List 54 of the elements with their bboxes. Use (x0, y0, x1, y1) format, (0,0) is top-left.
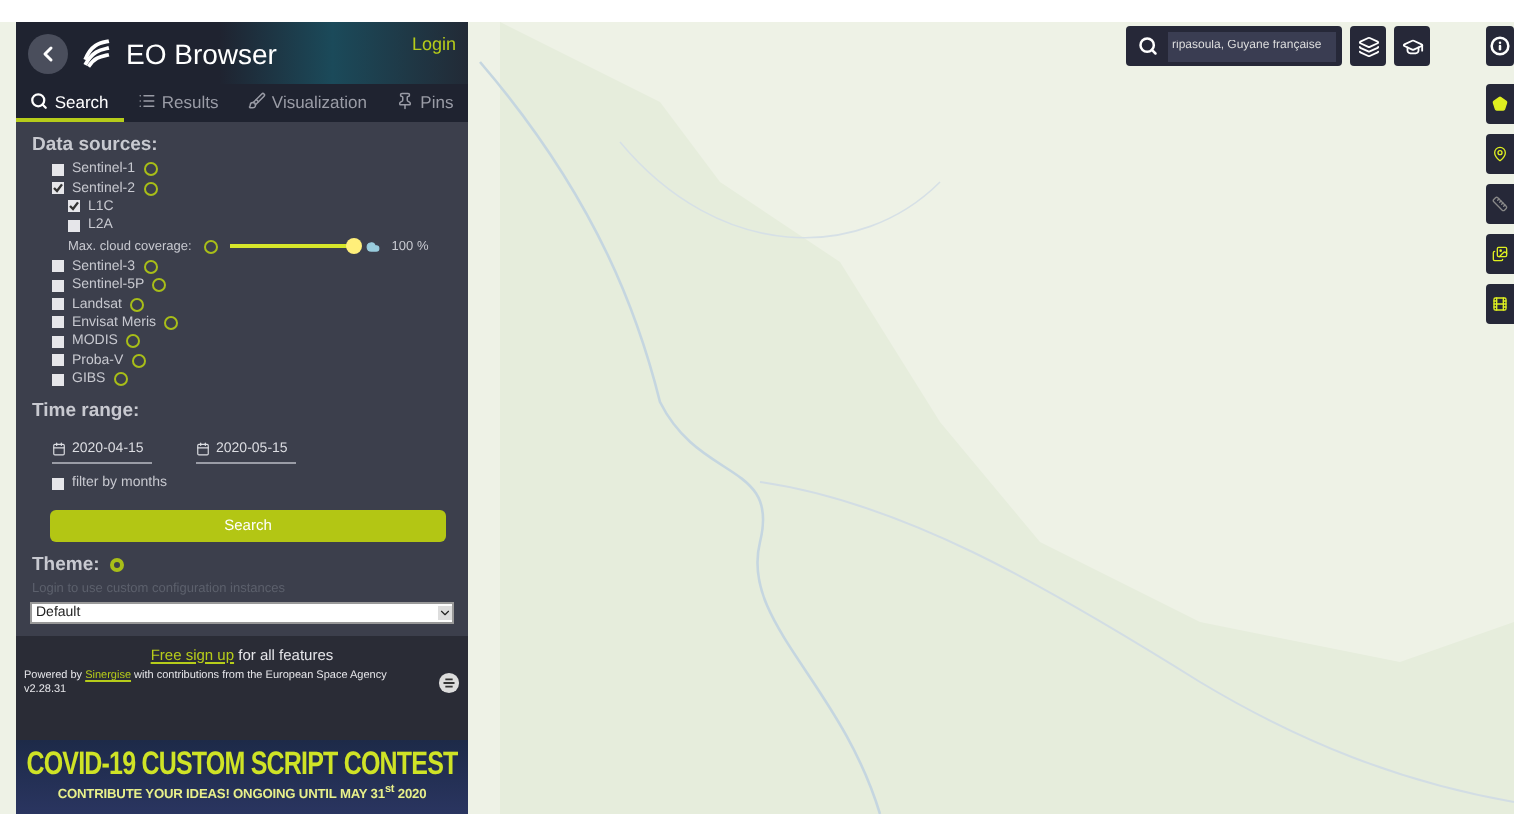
image-tool-button[interactable] (1486, 234, 1514, 274)
checkbox[interactable] (52, 373, 64, 386)
section-title: Time range: (32, 400, 142, 423)
back-button[interactable] (28, 33, 68, 73)
login-link[interactable]: Login (411, 34, 456, 54)
ruler-icon (1492, 196, 1508, 212)
polygon-tool-button[interactable] (1486, 84, 1514, 124)
search-icon (1138, 36, 1158, 56)
brush-icon (247, 92, 266, 110)
agency-logo-icon (438, 672, 460, 695)
tab[interactable]: Results (123, 84, 234, 122)
film-icon (1492, 296, 1508, 312)
pin-tool-button[interactable] (1486, 134, 1514, 174)
tutorial-button[interactable] (1394, 26, 1430, 66)
pentagon-icon (1492, 96, 1508, 112)
dropdown-arrow-icon (438, 605, 452, 620)
checkbox[interactable] (52, 163, 64, 176)
list-icon (137, 92, 156, 110)
info-icon[interactable] (203, 239, 218, 254)
measure-tool-button[interactable] (1486, 184, 1514, 224)
pin-icon (396, 92, 415, 110)
info-icon[interactable] (164, 315, 179, 330)
checkbox[interactable] (52, 298, 64, 311)
layers-button[interactable] (1350, 26, 1386, 66)
timelapse-tool-button[interactable] (1486, 284, 1514, 324)
checkbox[interactable] (52, 279, 64, 292)
search-icon (30, 92, 49, 110)
app-title: EO Browser (126, 37, 279, 69)
layers-icon (1357, 35, 1379, 57)
slider-thumb[interactable] (345, 238, 362, 255)
banner-title: COVID-19 CUSTOM SCRIPT CONTEST (26, 746, 458, 784)
checkbox[interactable] (68, 219, 80, 232)
cloud-icon (365, 239, 380, 254)
graduation-cap-icon (1401, 35, 1423, 57)
images-icon (1492, 246, 1508, 262)
info-button[interactable] (1486, 26, 1514, 66)
checkbox[interactable] (68, 200, 80, 213)
info-icon (1490, 36, 1510, 56)
info-icon[interactable] (109, 557, 124, 572)
section-title: Data sources: (32, 134, 160, 156)
checkbox[interactable] (52, 335, 64, 348)
checkbox[interactable] (52, 260, 64, 273)
tab[interactable]: Search (16, 84, 124, 122)
map-pin-icon (1492, 146, 1508, 162)
checkbox[interactable] (52, 182, 64, 195)
section-title: Theme: (32, 553, 100, 576)
checkbox[interactable] (52, 477, 64, 490)
tab[interactable]: Pins (381, 84, 469, 122)
calendar-icon (52, 442, 66, 457)
calendar-icon (196, 442, 210, 457)
checkbox[interactable] (52, 316, 64, 329)
tab[interactable]: Visualization (233, 84, 382, 122)
logo-icon (80, 36, 114, 70)
checkbox[interactable] (52, 354, 64, 367)
